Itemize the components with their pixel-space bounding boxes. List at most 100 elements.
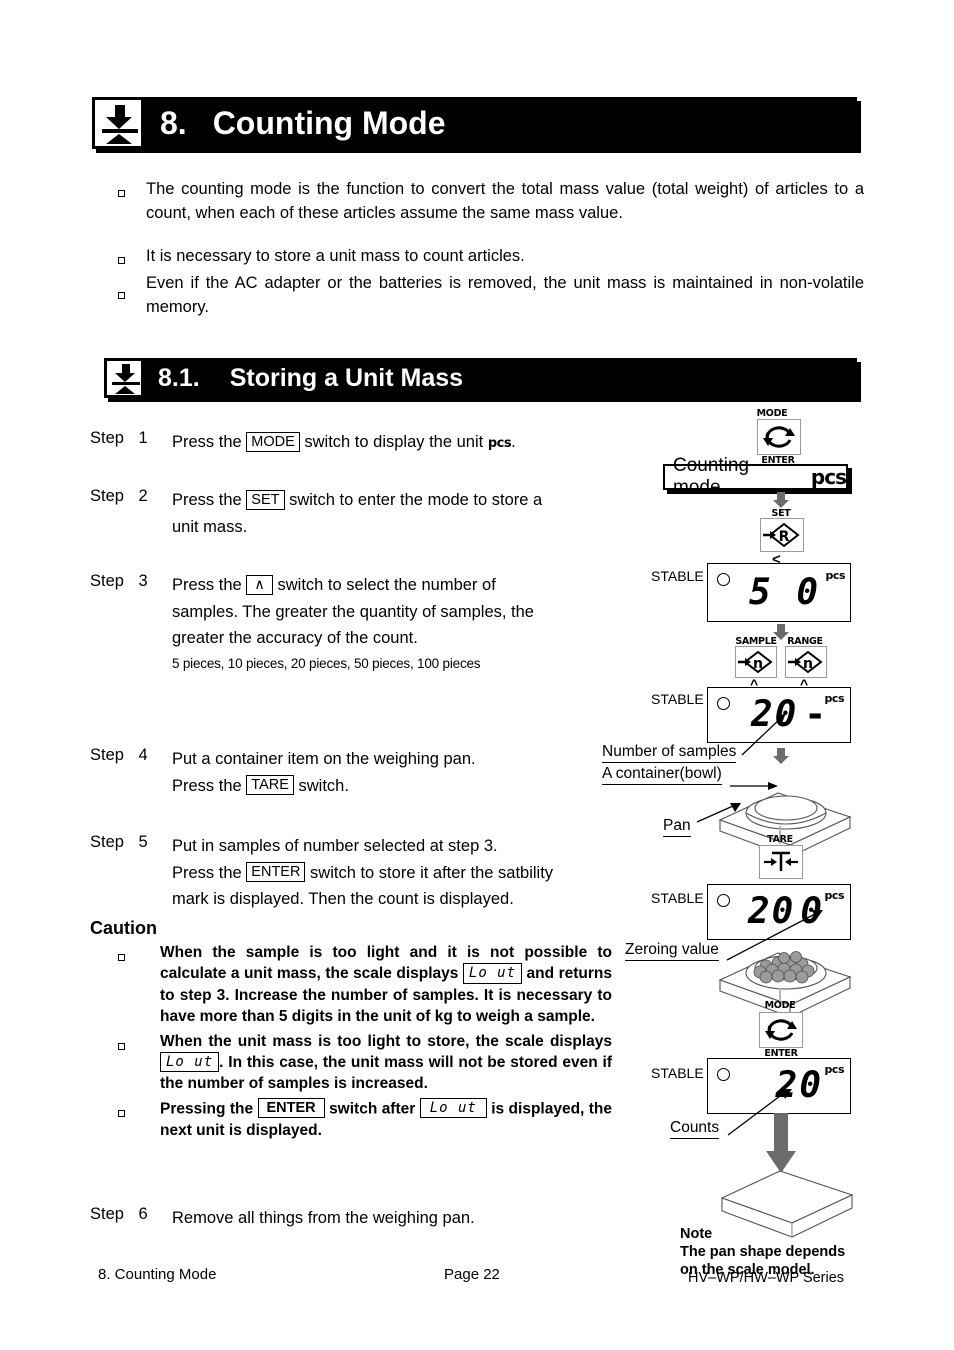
weigh-arrow-icon-shape — [95, 100, 141, 146]
stable-marker-2 — [717, 697, 730, 710]
step-3-line-2: greater the accuracy of the count. — [172, 629, 418, 648]
step-3-body: Press the ∧ switch to select the number … — [172, 572, 642, 675]
display-1: 5 0 pcs — [707, 563, 851, 622]
step-1-text-pre: Press the — [172, 433, 247, 451]
flow-arrow-3 — [770, 748, 792, 764]
caution-item-1: When the unit mass is too light to store… — [118, 1031, 612, 1095]
step-6-body: Remove all things from the weighing pan. — [172, 1209, 475, 1227]
weigh-arrow-icon-shape — [107, 361, 141, 395]
callout-counts: Counts — [670, 1119, 720, 1139]
display-3-stable-label: STABLE — [651, 890, 704, 906]
step-4-number: 4 — [138, 746, 148, 764]
step-5-line-1: Press the ENTER switch to store it after… — [172, 860, 622, 887]
display-4-stable-label: STABLE — [651, 1065, 704, 1081]
tare-button[interactable] — [759, 845, 803, 879]
intro-bullet-2: Even if the AC adapter or the batteries … — [146, 274, 864, 316]
diagram-note-line-1: The pan shape depends — [680, 1244, 846, 1261]
callout-line-pan — [696, 803, 741, 823]
mode-cycle-icon — [765, 1019, 797, 1041]
mode-button-bottom-caption: MODE — [764, 1000, 796, 1011]
section-title: Storing a Unit Mass — [229, 363, 464, 392]
counting-mode-box: Counting mode pcs — [663, 455, 848, 498]
step-1-word: Step — [90, 429, 124, 447]
svg-text:n: n — [753, 656, 763, 672]
step-3-label: Step 3 — [90, 572, 148, 591]
flow-arrow-1 — [770, 492, 792, 508]
mode-key[interactable]: MODE — [246, 431, 300, 452]
caution-bullet-marker-0 — [118, 946, 125, 967]
step-2-number: 2 — [138, 487, 148, 505]
range-button[interactable]: n — [785, 646, 827, 678]
step-6-number: 6 — [138, 1205, 148, 1223]
display-2-stable-label: STABLE — [651, 691, 704, 707]
section-banner-bar: 8.1. Storing a Unit Mass — [144, 358, 857, 398]
caution-item-1-text-2: . In this case, the unit mass will not b… — [160, 1053, 612, 1093]
caution-bullet-marker-1 — [118, 1035, 125, 1056]
step-2-body: Press the SET switch to enter the mode t… — [172, 487, 642, 540]
step-5-body: Put in samples of number selected at ste… — [172, 833, 622, 913]
up-arrow-key[interactable]: ∧ — [246, 574, 273, 595]
step-3-text-pre: Press the — [172, 576, 247, 594]
svg-text:R: R — [779, 529, 790, 545]
intro-bullet-1: It is necessary to store a unit mass to … — [146, 247, 525, 265]
down-arrow-icon — [773, 492, 789, 508]
chapter-banner-bar: 8. Counting Mode — [144, 97, 857, 149]
tare-key[interactable]: TARE — [246, 775, 294, 796]
tare-button-caption: TARE — [767, 834, 793, 845]
lo-ut-display-2: Lo ut — [419, 1098, 487, 1119]
section-banner: 8.1. Storing a Unit Mass — [104, 358, 857, 398]
step-3-line-1: samples. The greater the quantity of sam… — [172, 602, 534, 621]
step-4-text-pre: Press the — [172, 776, 247, 795]
step-3-line-0: Press the ∧ switch to select the number … — [172, 572, 642, 599]
step-2-label: Step 2 — [90, 487, 148, 506]
step-1-text-tail: . — [511, 433, 516, 451]
enter-key-caution[interactable]: ENTER — [257, 1097, 325, 1118]
step-4-word: Step — [90, 746, 124, 764]
sample-button[interactable]: n — [735, 646, 777, 678]
caution-bullet-marker-2 — [118, 1102, 125, 1123]
step-3-piece-options: 5 pieces, 10 pieces, 20 pieces, 50 piece… — [172, 656, 481, 672]
diagram-note-line-0: Note — [680, 1226, 713, 1242]
mode-button-top[interactable] — [757, 419, 801, 455]
mode-cycle-icon — [763, 426, 795, 448]
step-4-body: Put a container item on the weighing pan… — [172, 746, 612, 799]
step-4-line-0: Put a container item on the weighing pan… — [172, 750, 476, 768]
intro-bullet-0: The counting mode is the function to con… — [146, 180, 864, 222]
mode-button-top-caption: MODE — [756, 408, 788, 419]
footer-left: 8. Counting Mode — [98, 1266, 217, 1283]
step-6-label: Step 6 — [90, 1205, 148, 1224]
step-1-text-post: switch to display the unit — [299, 433, 488, 451]
step-4-line-1: Press the TARE switch. — [172, 773, 612, 800]
step-6-word: Step — [90, 1205, 124, 1223]
step-2-line-1: unit mass. — [172, 517, 248, 536]
caution-item-2-text-1: Pressing the — [160, 1100, 258, 1118]
set-button[interactable]: R — [760, 518, 804, 552]
step-4-text-post: switch. — [293, 776, 349, 795]
step-5-line-0: Put in samples of number selected at ste… — [172, 837, 498, 855]
step-2-word: Step — [90, 487, 124, 505]
caution-item-1-text-1: When the unit mass is too light to store… — [160, 1032, 612, 1050]
step-3-word: Step — [90, 572, 124, 590]
set-diamond-r-icon: R — [763, 522, 800, 548]
chapter-number: 8. — [160, 104, 187, 141]
set-key[interactable]: SET — [246, 489, 285, 510]
step-3-number: 3 — [138, 572, 148, 590]
down-arrow-icon — [773, 748, 789, 764]
section-number: 8.1. — [158, 363, 200, 392]
enter-key[interactable]: ENTER — [246, 862, 306, 883]
caution-item-2-text-2: switch after — [324, 1100, 420, 1118]
step-5-label: Step 5 — [90, 833, 148, 852]
step-5-text-post: switch to store it after the satbility — [305, 863, 554, 882]
caution-item-2: Pressing the ENTER switch after Lo ut is… — [118, 1097, 612, 1141]
range-diamond-n-icon: n — [788, 650, 823, 674]
display-1-value: 5 0 — [748, 572, 820, 613]
weigh-arrow-icon — [104, 358, 144, 398]
mode-button-bottom[interactable] — [759, 1012, 803, 1048]
step-5-number: 5 — [138, 833, 148, 851]
svg-text:n: n — [803, 656, 813, 672]
step-4-label: Step 4 — [90, 746, 148, 765]
display-4-unit: pcs — [824, 1063, 845, 1076]
step-1-number: 1 — [138, 429, 148, 447]
step-2-text-pre: Press the — [172, 491, 247, 509]
caution-list: When the sample is too light and it is n… — [118, 942, 612, 1143]
